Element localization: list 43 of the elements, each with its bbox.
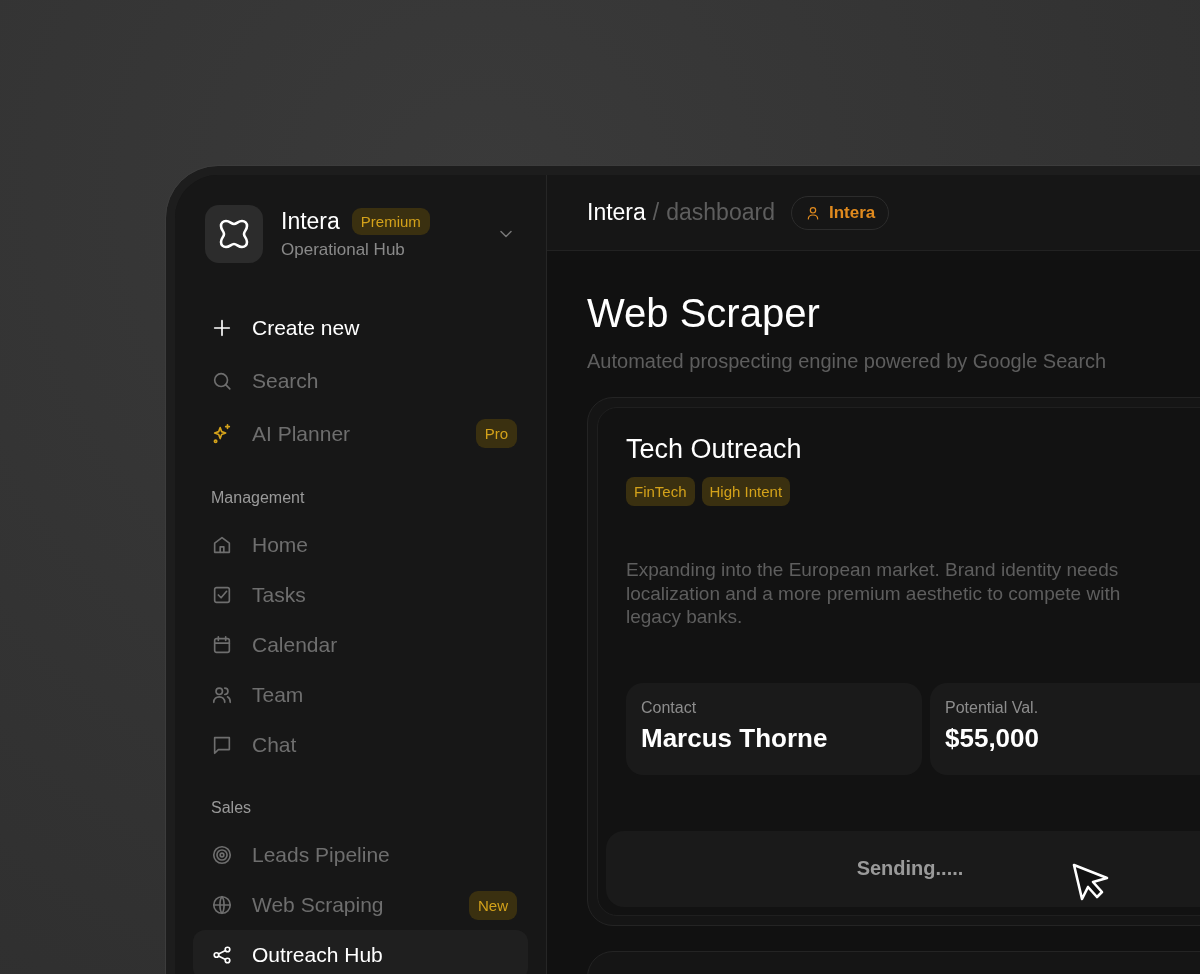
breadcrumb-separator: / bbox=[652, 199, 660, 226]
logo-icon bbox=[217, 217, 251, 251]
card-description: Expanding into the European market. Brand identity needs localization and a more premium aesthetic to compete with legacy banks. bbox=[626, 558, 1122, 629]
nav-item[interactable]: Outreach Hub bbox=[193, 930, 528, 974]
plan-badge: Premium bbox=[351, 208, 430, 235]
field-label: Potential Val. bbox=[945, 698, 1040, 717]
tag: High Intent bbox=[701, 477, 791, 506]
send-button[interactable]: Sending..... bbox=[606, 830, 1200, 907]
field-value: Marcus Thorne bbox=[641, 722, 829, 754]
field-value: $55,000 bbox=[945, 722, 1040, 754]
section-heading: Management bbox=[210, 489, 306, 507]
nav-item[interactable]: Search bbox=[193, 354, 528, 407]
nav-item[interactable]: Team bbox=[193, 670, 528, 720]
page-title: Web Scraper bbox=[587, 291, 821, 336]
nav-item[interactable]: Chat bbox=[193, 720, 528, 770]
field-label: Contact bbox=[641, 698, 698, 717]
tag: FinTech bbox=[626, 477, 695, 506]
card-title: Tech Outreach bbox=[626, 434, 803, 465]
globe-icon bbox=[211, 894, 233, 916]
brand-name: Intera bbox=[281, 208, 340, 235]
checkbox-icon bbox=[211, 584, 233, 606]
people-icon bbox=[211, 684, 233, 706]
house-icon bbox=[211, 534, 233, 556]
nav-item[interactable]: AI Planner Pro bbox=[193, 407, 528, 460]
page-subtitle: Automated prospecting engine powered by Google Search bbox=[587, 350, 1108, 373]
section-heading: Sales bbox=[210, 799, 253, 817]
calendar-icon bbox=[211, 634, 233, 656]
breadcrumb-item[interactable]: dashboard bbox=[666, 199, 775, 226]
sparkle-icon bbox=[211, 422, 233, 445]
nav-item[interactable]: Calendar bbox=[193, 620, 528, 670]
cursor-icon bbox=[1072, 862, 1110, 903]
target-icon bbox=[211, 844, 233, 866]
speech-bubble-icon bbox=[211, 734, 233, 756]
nav-item[interactable]: Tasks bbox=[193, 570, 528, 620]
nav-item[interactable]: Create new bbox=[193, 301, 528, 354]
nav-badge: Pro bbox=[475, 419, 517, 448]
share-icon bbox=[211, 944, 233, 966]
brand-subtitle: Operational Hub bbox=[281, 240, 406, 260]
nav-item[interactable]: Home bbox=[193, 520, 528, 570]
nav-item[interactable]: Leads Pipeline bbox=[193, 830, 528, 880]
nav-badge: New bbox=[469, 890, 517, 920]
nav-item[interactable]: Web Scraping New bbox=[193, 880, 528, 930]
breadcrumb-item[interactable]: Intera bbox=[587, 199, 646, 226]
